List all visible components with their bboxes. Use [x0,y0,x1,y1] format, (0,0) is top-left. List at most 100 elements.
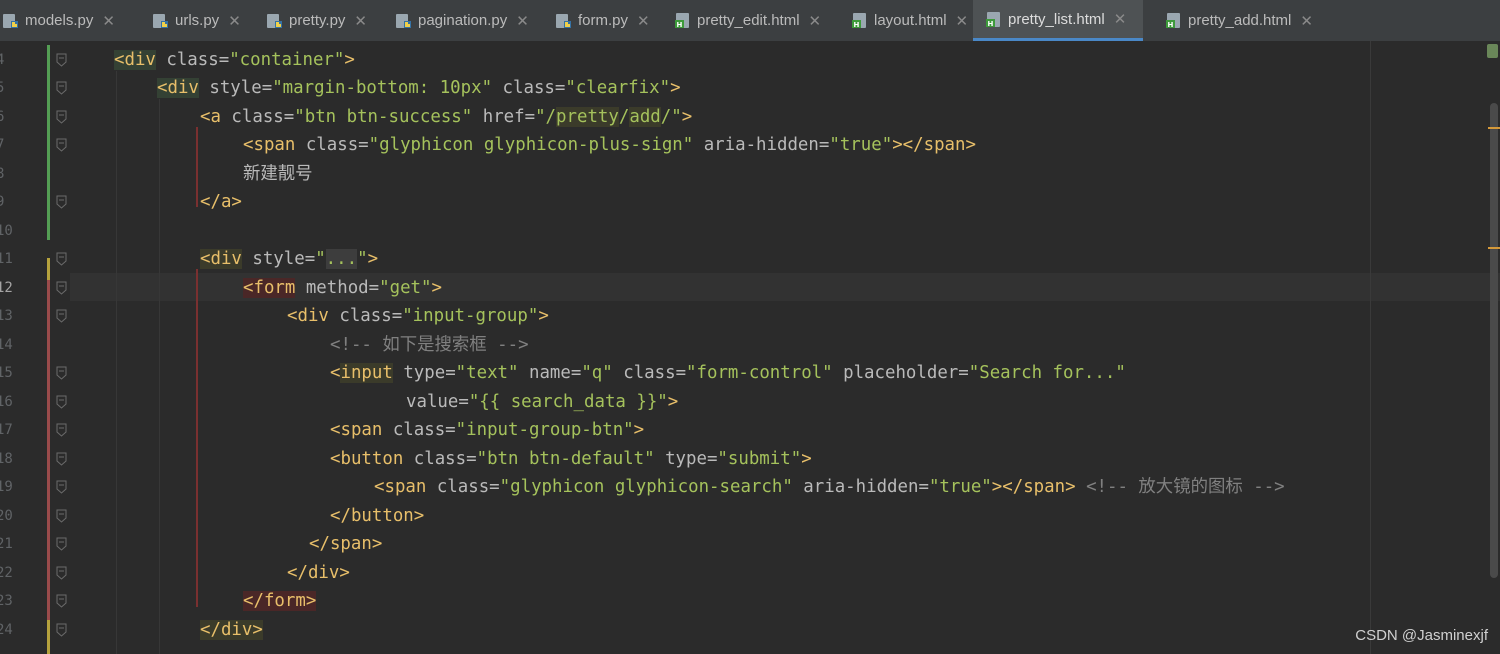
line-number: 23 [0,593,13,609]
code-line[interactable]: </div> [200,616,263,644]
vcs-change-marker[interactable] [47,620,50,654]
code-line[interactable]: <span class="glyphicon glyphicon-search"… [374,473,1285,501]
fold-marker-icon[interactable] [56,53,67,67]
line-number: 10 [0,222,13,239]
close-icon[interactable]: ✕ [1114,10,1127,28]
fold-marker-icon[interactable] [56,138,67,152]
tab-pretty-add-html[interactable]: Hpretty_add.html ✕ [1153,0,1315,41]
fold-marker-icon[interactable] [56,537,67,551]
scroll-marker-warning[interactable] [1488,247,1500,249]
tab-pretty-list-html[interactable]: Hpretty_list.html ✕ [973,0,1143,41]
code-line[interactable]: <form method="get"> [243,274,442,302]
close-icon[interactable]: ✕ [956,12,969,30]
fold-marker-icon[interactable] [56,366,67,380]
fold-marker-icon[interactable] [56,252,67,266]
scope-guide [196,127,198,207]
tab-pretty-py[interactable]: pretty.py ✕ [254,0,383,41]
svg-text:H: H [854,21,860,29]
html-file-icon: H [851,12,868,29]
code-line[interactable]: <input type="text" name="q" class="form-… [330,359,1126,387]
line-number: 8 [0,165,5,182]
tab-label: urls.py [175,12,220,29]
fold-marker-icon[interactable] [56,81,67,95]
fold-marker-icon[interactable] [56,195,67,209]
indent-guide [159,99,160,654]
fold-marker-icon[interactable] [56,110,67,124]
code-line[interactable]: </a> [200,188,242,216]
tab-label: form.py [578,12,629,29]
tab-label: pagination.py [418,12,508,29]
code-line[interactable]: </div> [287,559,350,587]
python-file-icon [266,12,283,29]
vcs-change-marker[interactable] [47,258,50,280]
code-line[interactable]: <div style="margin-bottom: 10px" class="… [157,74,681,102]
code-line[interactable]: <!-- 如下是搜索框 --> [330,331,529,359]
fold-marker-icon[interactable] [56,623,67,637]
fold-marker-icon[interactable] [56,281,67,295]
close-icon[interactable]: ✕ [102,12,115,30]
tab-label: pretty.py [289,12,346,29]
tab-label: pretty_add.html [1188,12,1292,29]
code-line[interactable]: 新建靓号 [243,160,313,188]
line-number: 19 [0,479,13,495]
close-icon[interactable]: ✕ [516,12,529,30]
fold-marker-icon[interactable] [56,452,67,466]
line-number: 18 [0,450,13,467]
scope-guide [196,269,198,607]
vertical-scrollbar[interactable] [1490,103,1498,578]
fold-marker-icon[interactable] [56,395,67,409]
scroll-marker-warning[interactable] [1488,127,1500,129]
fold-marker-icon[interactable] [56,509,67,523]
inspection-status-icon[interactable] [1487,44,1498,58]
code-line[interactable]: <span class="glyphicon glyphicon-plus-si… [243,131,976,159]
tab-models-py[interactable]: models.py ✕ [0,0,125,41]
close-icon[interactable]: ✕ [809,12,822,30]
tab-label: pretty_list.html [1008,10,1105,28]
tab-layout-html[interactable]: Hlayout.html ✕ [839,0,973,41]
tab-label: layout.html [874,12,947,29]
line-number: 14 [0,336,13,353]
watermark: CSDN @Jasminexjf [1355,627,1488,644]
fold-marker-icon[interactable] [56,594,67,608]
fold-marker-icon[interactable] [56,566,67,580]
tab-label: pretty_edit.html [697,12,800,29]
line-number: 16 [0,393,13,410]
close-icon[interactable]: ✕ [637,12,650,30]
code-line[interactable]: value="{{ search_data }}"> [406,388,678,416]
code-line[interactable]: <button class="btn btn-default" type="su… [330,445,812,473]
vcs-change-marker[interactable] [47,280,50,620]
code-line[interactable]: <a class="btn btn-success" href="/pretty… [200,103,692,131]
python-file-icon [2,12,19,29]
svg-text:H: H [677,21,683,29]
svg-text:H: H [1168,21,1174,29]
fold-marker-icon[interactable] [56,480,67,494]
line-number: 17 [0,422,13,438]
line-number: 24 [0,621,13,638]
line-number: 12 [0,279,13,296]
line-number: 13 [0,308,13,324]
code-line[interactable]: <div style="..."> [200,245,378,273]
tab-pretty-edit-html[interactable]: Hpretty_edit.html ✕ [662,0,839,41]
tab-label: models.py [25,12,94,29]
code-line[interactable]: </form> [243,587,317,615]
close-icon[interactable]: ✕ [354,12,367,30]
code-editor[interactable]: 4 5 6 7 8 9 10 11 12 13 14 15 16 17 18 19 20 21 22 23 24 <di… [0,41,1500,654]
tab-urls-py[interactable]: urls.py ✕ [140,0,254,41]
python-file-icon [555,12,572,29]
code-line[interactable]: </button> [330,502,424,530]
tab-pagination-py[interactable]: pagination.py ✕ [383,0,543,41]
vcs-change-marker[interactable] [47,45,50,240]
code-line[interactable]: <div class="input-group"> [287,302,549,330]
python-file-icon [152,12,169,29]
fold-marker-icon[interactable] [56,423,67,437]
code-line[interactable]: <span class="input-group-btn"> [330,416,644,444]
fold-marker-icon[interactable] [56,309,67,323]
line-number: 15 [0,365,13,381]
code-line[interactable]: <div class="container"> [114,46,355,74]
close-icon[interactable]: ✕ [228,12,241,30]
close-icon[interactable]: ✕ [1300,12,1313,30]
tab-form-py[interactable]: form.py ✕ [543,0,662,41]
python-file-icon [395,12,412,29]
svg-text:H: H [988,20,994,28]
code-line[interactable]: </span> [309,530,382,558]
